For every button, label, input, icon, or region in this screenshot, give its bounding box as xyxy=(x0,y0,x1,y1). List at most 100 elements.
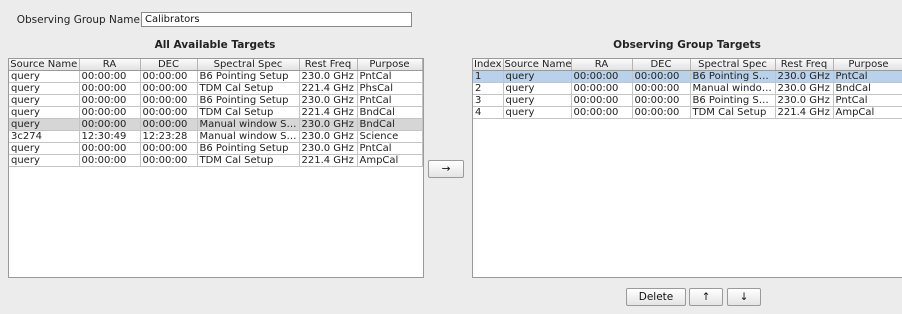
table-cell: BndCal xyxy=(833,82,902,95)
add-to-group-button[interactable]: → xyxy=(428,160,464,178)
column-header-purpose[interactable]: Purpose xyxy=(833,59,902,71)
column-header-source-name[interactable]: Source Name xyxy=(503,59,572,71)
arrow-right-icon: → xyxy=(441,163,451,175)
arrow-up-icon: ↑ xyxy=(701,291,711,303)
table-cell: TDM Cal Setup xyxy=(197,154,300,167)
table-cell: 00:00:00 xyxy=(140,70,198,83)
table-cell: PntCal xyxy=(833,94,902,107)
table-row[interactable]: 3 query 00:00:00 00:00:00 B6 Pointing Setup 2… xyxy=(473,94,902,107)
table-cell: 4 xyxy=(473,106,504,119)
group-name-input[interactable]: Calibrators xyxy=(141,12,412,27)
table-cell: PntCal xyxy=(357,70,423,83)
table-row[interactable]: query 00:00:00 00:00:00 Manual window Sci..… xyxy=(9,118,423,131)
arrow-down-icon: ↓ xyxy=(739,291,749,303)
table-cell: query xyxy=(9,142,80,155)
table-cell: Manual window Sc... xyxy=(690,82,776,95)
column-header-dec[interactable]: DEC xyxy=(140,59,198,71)
table-cell: query xyxy=(9,118,80,131)
table-cell: 230.0 GHz xyxy=(299,94,358,107)
table-row[interactable]: query 00:00:00 00:00:00 TDM Cal Setup 221.4 … xyxy=(9,154,423,167)
table-cell: 230.0 GHz xyxy=(299,130,358,143)
table-cell: 00:00:00 xyxy=(632,82,691,95)
column-header-spectral-spec[interactable]: Spectral Spec xyxy=(197,59,300,71)
table-header: Index Source Name RA DEC Spectral Spec R… xyxy=(473,59,902,71)
available-targets-table[interactable]: Source Name RA DEC Spectral Spec Rest Fr… xyxy=(8,58,424,278)
table-cell: B6 Pointing Setup xyxy=(690,70,776,83)
table-row[interactable]: 2query00:00:0000:00:00Manual window Sc..… xyxy=(473,82,902,95)
table-row[interactable]: query 00:00:00 00:00:00 B6 Pointing Setup 23… xyxy=(9,70,423,83)
table-row[interactable]: query 00:00:00 00:00:00 B6 Pointing Setup 23… xyxy=(9,94,423,107)
table-cell: TDM Cal Setup xyxy=(690,106,776,119)
column-header-ra[interactable]: RA xyxy=(571,59,633,71)
table-cell: 00:00:00 xyxy=(140,82,198,95)
table-cell: 230.0 GHz xyxy=(299,70,358,83)
column-header-source-name[interactable]: Source Name xyxy=(9,59,80,71)
table-cell: 221.4 GHz xyxy=(299,82,358,95)
table-cell: 3c274 xyxy=(9,130,80,143)
table-cell: query xyxy=(503,70,572,83)
available-targets-title: All Available Targets xyxy=(154,39,276,51)
column-header-spectral-spec[interactable]: Spectral Spec xyxy=(690,59,776,71)
table-cell: B6 Pointing Setup xyxy=(197,142,300,155)
table-cell: 00:00:00 xyxy=(79,118,141,131)
table-cell: 12:30:49 xyxy=(79,130,141,143)
table-cell: 00:00:00 xyxy=(79,142,141,155)
table-cell: BndCal xyxy=(357,106,423,119)
table-cell: PntCal xyxy=(357,142,423,155)
table-cell: 00:00:00 xyxy=(140,154,198,167)
table-cell: 00:00:00 xyxy=(571,106,633,119)
column-header-dec[interactable]: DEC xyxy=(632,59,691,71)
column-header-index[interactable]: Index xyxy=(473,59,504,71)
table-cell: TDM Cal Setup xyxy=(197,106,300,119)
table-cell: 00:00:00 xyxy=(79,94,141,107)
table-cell: 00:00:00 xyxy=(571,70,633,83)
table-cell: 00:00:00 xyxy=(632,106,691,119)
table-cell: 00:00:00 xyxy=(140,142,198,155)
table-cell: AmpCal xyxy=(833,106,902,119)
group-targets-title: Observing Group Targets xyxy=(613,39,761,51)
delete-button[interactable]: Delete xyxy=(626,288,686,306)
table-cell: 00:00:00 xyxy=(140,106,198,119)
column-header-purpose[interactable]: Purpose xyxy=(357,59,423,71)
table-cell: query xyxy=(9,154,80,167)
table-cell: Manual window Sci... xyxy=(197,130,300,143)
group-targets-table[interactable]: Index Source Name RA DEC Spectral Spec R… xyxy=(472,58,902,278)
group-name-label: Observing Group Name xyxy=(16,14,140,26)
table-cell: 00:00:00 xyxy=(140,94,198,107)
table-row[interactable]: query 00:00:00 00:00:00 B6 Pointing Setup 23… xyxy=(9,142,423,155)
table-cell: PhsCal xyxy=(357,82,423,95)
column-header-rest-freq[interactable]: Rest Freq xyxy=(775,59,834,71)
table-cell: query xyxy=(9,82,80,95)
table-cell: 230.0 GHz xyxy=(775,82,834,95)
column-header-rest-freq[interactable]: Rest Freq xyxy=(299,59,358,71)
table-cell: 3 xyxy=(473,94,504,107)
table-row[interactable]: 3c274 12:30:49 12:23:28 Manual window Sci..… xyxy=(9,130,423,143)
table-cell: 221.4 GHz xyxy=(299,106,358,119)
move-up-button[interactable]: ↑ xyxy=(689,288,723,306)
table-cell: B6 Pointing Setup xyxy=(690,94,776,107)
table-cell: B6 Pointing Setup xyxy=(197,94,300,107)
table-cell: 00:00:00 xyxy=(140,118,198,131)
table-cell: 221.4 GHz xyxy=(775,106,834,119)
move-down-button[interactable]: ↓ xyxy=(727,288,761,306)
table-cell: query xyxy=(503,94,572,107)
table-cell: query xyxy=(9,70,80,83)
table-cell: Manual window Sci... xyxy=(197,118,300,131)
table-cell: AmpCal xyxy=(357,154,423,167)
table-row[interactable]: 4 query 00:00:00 00:00:00 TDM Cal Setup 221.4… xyxy=(473,106,902,119)
table-cell: PntCal xyxy=(833,70,902,83)
table-cell: query xyxy=(9,106,80,119)
table-cell: 00:00:00 xyxy=(571,82,633,95)
table-cell: query xyxy=(9,94,80,107)
table-cell: 00:00:00 xyxy=(79,154,141,167)
table-row[interactable]: query 00:00:00 00:00:00 TDM Cal Setup 221.4 … xyxy=(9,82,423,95)
table-cell: 2 xyxy=(473,82,504,95)
table-row[interactable]: 1 query 00:00:00 00:00:00 B6 Pointing Setup 2… xyxy=(473,70,902,83)
table-cell: query xyxy=(503,106,572,119)
table-cell: Science xyxy=(357,130,423,143)
table-cell: 12:23:28 xyxy=(140,130,198,143)
table-cell: 00:00:00 xyxy=(79,82,141,95)
table-row[interactable]: query 00:00:00 00:00:00 TDM Cal Setup 221.4 … xyxy=(9,106,423,119)
table-cell: 00:00:00 xyxy=(632,94,691,107)
column-header-ra[interactable]: RA xyxy=(79,59,141,71)
